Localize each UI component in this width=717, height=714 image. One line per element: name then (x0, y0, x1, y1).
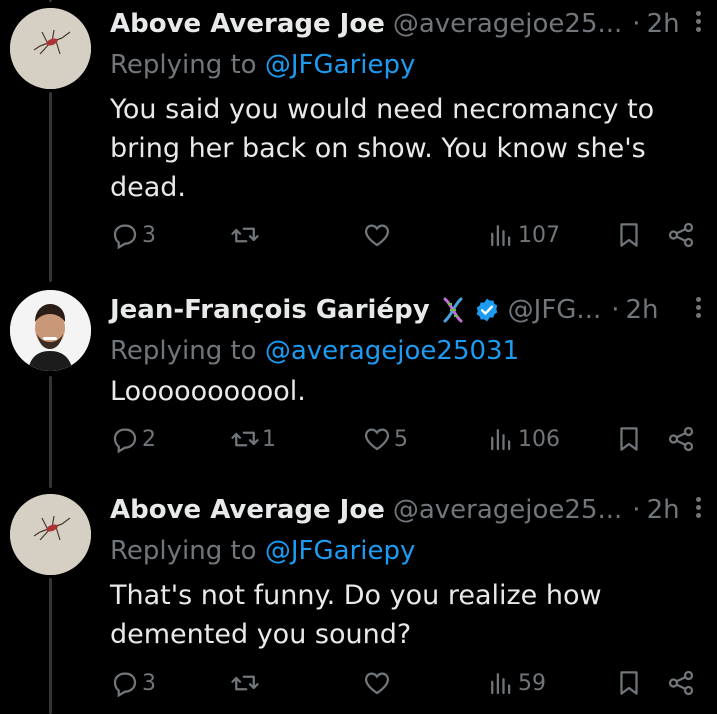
timestamp[interactable]: 2h (647, 9, 680, 39)
retweet-button[interactable] (230, 220, 262, 250)
heart-icon (364, 672, 390, 695)
tweet-actions: 3 107 (110, 220, 717, 256)
tweet-actions: 3 59 (110, 668, 717, 704)
views-icon (491, 673, 511, 695)
reply-count: 3 (142, 222, 156, 248)
timestamp[interactable]: 2h (626, 295, 659, 325)
views-count: 107 (518, 222, 560, 248)
separator-dot: · (632, 9, 641, 39)
author-handle[interactable]: @JFG... (508, 295, 602, 325)
tweet-header: Above Average Joe @averagejoe25... · 2h (110, 490, 717, 530)
mention-link[interactable]: @JFGariepy (265, 536, 416, 566)
reply-icon (113, 428, 137, 454)
separator-dot: · (632, 495, 641, 525)
views-button[interactable]: 106 (486, 424, 560, 454)
replying-to-label: Replying to (110, 50, 265, 80)
retweet-icon (231, 227, 259, 243)
separator-dot: · (611, 295, 620, 325)
replying-to-label: Replying to (110, 536, 265, 566)
heart-icon (364, 428, 390, 451)
share-button[interactable] (666, 668, 696, 698)
avatar-image (10, 8, 91, 89)
views-count: 59 (518, 670, 546, 696)
retweet-count: 1 (262, 426, 276, 452)
bookmark-icon (620, 427, 638, 451)
share-button[interactable] (666, 220, 696, 250)
bookmark-icon (620, 671, 638, 695)
like-button[interactable]: 5 (362, 424, 408, 454)
mention-link[interactable]: @JFGariepy (265, 50, 416, 80)
avatar[interactable] (10, 494, 91, 575)
retweet-button[interactable]: 1 (230, 424, 276, 454)
tweet[interactable]: Jean-François Gariépy @JFG... · 2h Reply… (0, 290, 717, 470)
share-icon (668, 670, 694, 696)
author-name[interactable]: Jean-François Gariépy (110, 295, 430, 325)
views-icon (491, 225, 511, 247)
dna-emoji-icon (443, 297, 463, 323)
author-handle[interactable]: @averagejoe25... (393, 9, 622, 39)
tweet-actions: 2 1 5 106 (110, 424, 717, 460)
replying-to: Replying to @averagejoe25031 (110, 336, 519, 366)
mention-link[interactable]: @averagejoe25031 (265, 336, 519, 366)
bookmark-button[interactable] (614, 668, 644, 698)
views-count: 106 (518, 426, 560, 452)
like-button[interactable] (362, 668, 394, 698)
avatar[interactable] (10, 8, 91, 89)
avatar[interactable] (10, 290, 91, 371)
replying-to: Replying to @JFGariepy (110, 50, 415, 80)
tweet[interactable]: Above Average Joe @averagejoe25... · 2h … (0, 490, 717, 714)
like-button[interactable] (362, 220, 394, 250)
author-name[interactable]: Above Average Joe (110, 495, 385, 525)
replying-to: Replying to @JFGariepy (110, 536, 415, 566)
heart-icon (364, 224, 390, 247)
share-icon (668, 426, 694, 452)
tweet-text: That's not funny. Do you realize how dem… (110, 580, 602, 650)
share-button[interactable] (666, 424, 696, 454)
reply-button[interactable]: 3 (110, 220, 156, 250)
reply-icon (113, 224, 137, 250)
share-icon (668, 222, 694, 248)
reply-icon (113, 672, 137, 698)
views-button[interactable]: 59 (486, 668, 546, 698)
timestamp[interactable]: 2h (647, 495, 680, 525)
author-handle[interactable]: @averagejoe25... (393, 495, 622, 525)
avatar-image (10, 494, 91, 575)
author-name[interactable]: Above Average Joe (110, 9, 385, 39)
like-count: 5 (394, 426, 408, 452)
tweet[interactable]: Above Average Joe @averagejoe25... · 2h … (0, 4, 717, 274)
more-icon[interactable] (695, 494, 701, 524)
views-button[interactable]: 107 (486, 220, 560, 250)
reply-button[interactable]: 2 (110, 424, 156, 454)
retweet-button[interactable] (230, 668, 262, 698)
bookmark-button[interactable] (614, 424, 644, 454)
avatar-image (10, 290, 91, 371)
reply-count: 2 (142, 426, 156, 452)
tweet-header: Above Average Joe @averagejoe25... · 2h (110, 4, 717, 44)
replying-to-label: Replying to (110, 336, 265, 366)
retweet-icon (231, 431, 259, 447)
views-icon (491, 429, 511, 451)
retweet-icon (231, 675, 259, 691)
verified-badge-icon (476, 298, 497, 322)
bookmark-button[interactable] (614, 220, 644, 250)
more-icon[interactable] (695, 294, 701, 324)
bookmark-icon (620, 223, 638, 247)
thread-line (49, 0, 52, 2)
tweet-text: Looooooooool. (110, 376, 306, 407)
tweet-text: You said you would need necromancy to br… (110, 94, 655, 203)
reply-count: 3 (142, 670, 156, 696)
more-icon[interactable] (695, 8, 701, 38)
reply-button[interactable]: 3 (110, 668, 156, 698)
tweet-header: Jean-François Gariépy @JFG... · 2h (110, 290, 717, 330)
